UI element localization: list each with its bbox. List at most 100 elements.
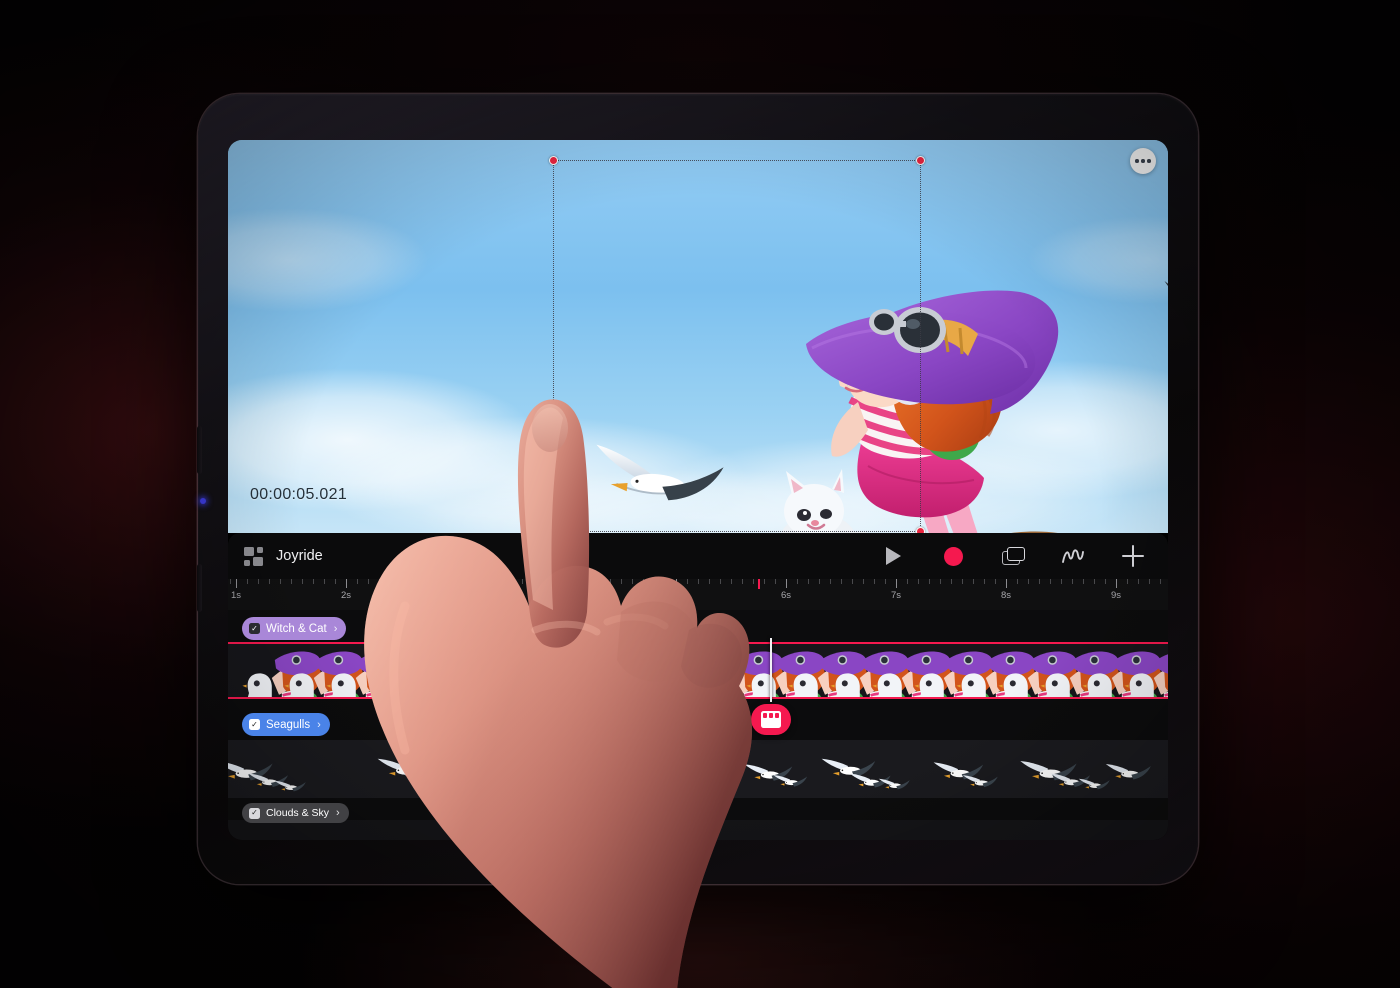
ruler-tick-minor — [852, 579, 853, 584]
ruler-tick-minor — [698, 579, 699, 584]
selection-bounding-box[interactable] — [549, 156, 925, 533]
ruler-tick-minor — [995, 579, 996, 584]
witch-filmstrip-thumbnails — [228, 644, 1168, 698]
scribble-icon — [1062, 549, 1084, 563]
ruler-tick-minor — [830, 579, 831, 584]
ruler-tick-minor — [1149, 579, 1150, 584]
play-icon — [885, 547, 901, 565]
track-visibility-checkbox[interactable]: ✓ — [249, 719, 260, 730]
project-title: Joyride — [276, 548, 323, 564]
ruler-tick-minor — [1050, 579, 1051, 584]
editor-toolbar: Joyride — [228, 533, 1168, 579]
track-label-clouds-and-sky[interactable]: ✓ Clouds & Sky › — [242, 803, 349, 823]
ruler-tick-minor — [335, 579, 336, 584]
track-seagulls-clip[interactable] — [228, 740, 1168, 798]
play-button[interactable] — [880, 543, 906, 569]
ruler-tick-label: 1s — [230, 590, 242, 601]
ruler-tick-minor — [863, 579, 864, 584]
track-clouds-and-sky-clip[interactable] — [228, 820, 1168, 840]
ruler-tick-major — [1006, 579, 1007, 588]
volume-up-button[interactable] — [197, 426, 202, 474]
ruler-tick-minor — [357, 579, 358, 584]
ruler-tick-major — [456, 579, 457, 588]
ruler-tick-minor — [500, 579, 501, 584]
ruler-tick-minor — [280, 579, 281, 584]
resize-handle-top-left[interactable] — [549, 156, 558, 165]
ruler-tick-minor — [841, 579, 842, 584]
ruler-tick-minor — [522, 579, 523, 584]
ruler-tick-label: 4s — [560, 590, 572, 601]
ruler-playhead-marker[interactable] — [758, 579, 760, 589]
ruler-tick-minor — [632, 579, 633, 584]
layers-button[interactable] — [1000, 543, 1026, 569]
chevron-right-icon[interactable]: › — [317, 719, 321, 731]
ruler-tick-label: 5s — [670, 590, 682, 601]
track-seagulls[interactable]: ✓ Seagulls › — [228, 708, 1168, 808]
timeline-tracks[interactable]: ✓ Witch & Cat › ✓ Seagulls › ✓ Clouds & … — [228, 610, 1168, 840]
ruler-tick-minor — [973, 579, 974, 584]
selected-clip-badge[interactable] — [751, 704, 791, 735]
ruler-tick-minor — [764, 579, 765, 584]
ruler-tick-minor — [687, 579, 688, 584]
ruler-tick-label: 8s — [1000, 590, 1012, 601]
ruler-tick-major — [236, 579, 237, 588]
track-clouds-and-sky[interactable]: ✓ Clouds & Sky › — [228, 798, 1168, 840]
ruler-tick-minor — [874, 579, 875, 584]
track-witch-and-cat[interactable]: ✓ Witch & Cat › — [228, 610, 1168, 718]
ruler-tick-minor — [467, 579, 468, 584]
ruler-tick-minor — [533, 579, 534, 584]
draw-button[interactable] — [1060, 543, 1086, 569]
ruler-tick-minor — [940, 579, 941, 584]
ruler-tick-minor — [1083, 579, 1084, 584]
video-preview-canvas[interactable]: 00:00:05.021 — [228, 140, 1168, 533]
timeline-ruler[interactable]: 1s 2s 3s 4s 5s 6s 7s 8s 9s — [228, 579, 1168, 610]
ruler-tick-minor — [709, 579, 710, 584]
dot-1 — [1135, 159, 1139, 163]
ruler-tick-major — [1116, 579, 1117, 588]
status-led-indicator — [200, 498, 206, 504]
toolbar-left-group: Joyride — [228, 546, 323, 566]
add-button[interactable] — [1120, 543, 1146, 569]
ruler-tick-minor — [819, 579, 820, 584]
grid-layout-icon[interactable] — [244, 546, 263, 566]
ruler-tick-minor — [753, 579, 754, 584]
clip-selection-top-border — [228, 642, 1168, 644]
track-label-witch-and-cat[interactable]: ✓ Witch & Cat › — [242, 617, 347, 640]
volume-down-button[interactable] — [197, 564, 202, 612]
ruler-tick-minor — [368, 579, 369, 584]
ruler-tick-minor — [423, 579, 424, 584]
chevron-right-icon[interactable]: › — [336, 807, 340, 819]
cards-icon — [1001, 547, 1025, 565]
ruler-tick-minor — [269, 579, 270, 584]
track-label-seagulls[interactable]: ✓ Seagulls › — [242, 713, 330, 736]
ruler-tick-major — [786, 579, 787, 588]
ruler-tick-minor — [258, 579, 259, 584]
ruler-tick-minor — [412, 579, 413, 584]
ruler-tick-label: 9s — [1110, 590, 1122, 601]
ruler-tick-minor — [654, 579, 655, 584]
ruler-tick-minor — [918, 579, 919, 584]
resize-handle-top-right[interactable] — [916, 156, 925, 165]
track-witch-and-cat-clip[interactable] — [228, 644, 1168, 698]
track-label-text: Witch & Cat — [266, 622, 327, 635]
timeline-playhead[interactable] — [770, 638, 772, 702]
record-button[interactable] — [940, 543, 966, 569]
ruler-tick-minor — [610, 579, 611, 584]
track-visibility-checkbox[interactable]: ✓ — [249, 623, 260, 634]
toolbar-right-group — [880, 543, 1168, 569]
ruler-tick-minor — [984, 579, 985, 584]
track-label-text: Clouds & Sky — [266, 807, 330, 819]
more-options-icon[interactable] — [1130, 148, 1156, 174]
film-strip-icon — [761, 711, 781, 728]
chevron-right-icon[interactable]: › — [334, 623, 338, 635]
ruler-tick-minor — [797, 579, 798, 584]
ruler-tick-minor — [401, 579, 402, 584]
ruler-tick-label: 6s — [780, 590, 792, 601]
ruler-tick-minor — [324, 579, 325, 584]
ruler-tick-minor — [742, 579, 743, 584]
track-visibility-checkbox[interactable]: ✓ — [249, 807, 260, 819]
ruler-tick-minor — [445, 579, 446, 584]
plus-icon — [1122, 545, 1144, 567]
tablet-device: 00:00:05.021 Joyride 1s 2s 3s 4s 5s 6s 7… — [197, 94, 1198, 884]
ruler-tick-minor — [1072, 579, 1073, 584]
